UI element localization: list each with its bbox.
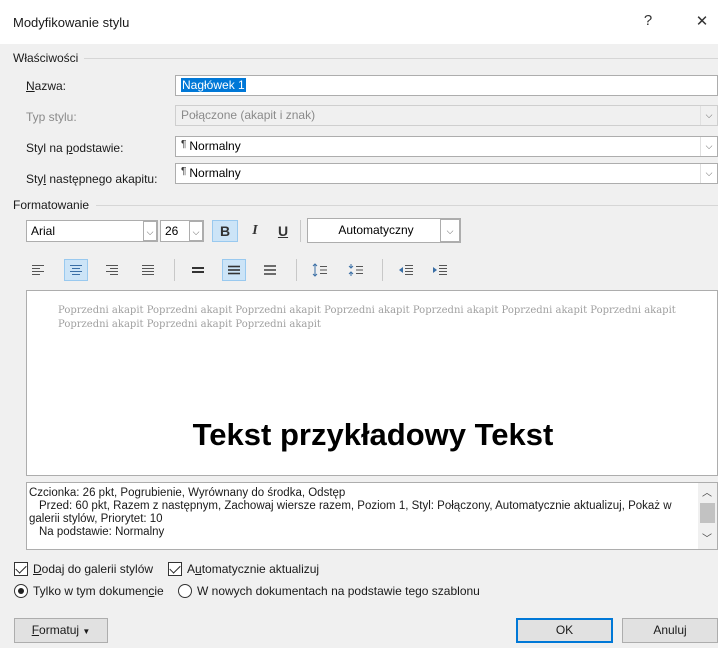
name-field[interactable]: Nagłówek 1	[175, 75, 718, 96]
description-line-2: Przed: 60 pkt, Razem z następnym, Zachow…	[29, 500, 672, 525]
auto-update-label: Automatycznie aktualizuj	[187, 562, 320, 576]
increase-spacing-icon[interactable]	[308, 259, 332, 281]
dialog-title: Modyfikowanie stylu	[13, 15, 130, 30]
paragraph-icon: ¶	[181, 139, 187, 150]
description-line-3: Na podstawie: Normalny	[39, 526, 165, 538]
chevron-down-icon[interactable]: ⌵	[700, 164, 717, 183]
sample-text: Tekst przykładowy Tekst	[192, 417, 554, 452]
formatting-group-label: Formatowanie	[13, 198, 90, 212]
radio-selected-icon[interactable]	[14, 584, 28, 598]
next-style-label: Styl następnego akapitu:	[26, 172, 158, 186]
align-left-icon[interactable]	[26, 259, 50, 281]
previous-paragraph-text: Poprzedni akapit Poprzedni akapit Poprze…	[58, 305, 676, 330]
only-this-document-label: Tylko w tym dokumencie	[33, 584, 164, 598]
decrease-indent-icon[interactable]	[394, 259, 418, 281]
align-center-icon[interactable]	[64, 259, 88, 281]
double-spacing-icon[interactable]	[258, 259, 282, 281]
cancel-button[interactable]: Anuluj	[622, 618, 718, 643]
underline-button[interactable]: U	[270, 220, 296, 242]
font-size-value: 26	[165, 224, 179, 238]
one-half-spacing-icon[interactable]	[222, 259, 246, 281]
properties-group-divider	[84, 58, 718, 59]
toolbar-separator	[296, 259, 297, 281]
font-value: Arial	[31, 224, 56, 238]
new-documents-label: W nowych dokumentach na podstawie tego s…	[197, 584, 480, 598]
toolbar-separator	[300, 220, 301, 242]
ok-button[interactable]: OK	[516, 618, 613, 643]
chevron-down-icon[interactable]: ⌵	[700, 137, 717, 156]
close-icon[interactable]: ✕	[690, 12, 714, 30]
next-style-select[interactable]: ¶ Normalny ⌵	[175, 163, 718, 184]
font-select[interactable]: Arial ⌵	[26, 220, 158, 242]
checkbox-checked-icon[interactable]	[14, 562, 28, 576]
paragraph-icon: ¶	[181, 166, 187, 177]
format-button[interactable]: Formatuj ▼	[14, 618, 108, 643]
chevron-down-icon[interactable]: ⌵	[440, 219, 460, 242]
only-this-document-radio[interactable]: Tylko w tym dokumencie	[14, 584, 164, 598]
based-on-select[interactable]: ¶ Normalny ⌵	[175, 136, 718, 157]
style-type-label: Typ stylu:	[26, 110, 77, 124]
chevron-down-icon[interactable]: ⌵	[189, 221, 203, 241]
font-color-select[interactable]: Automatyczny ⌵	[307, 218, 461, 243]
chevron-down-icon[interactable]: ⌵	[143, 221, 157, 241]
checkbox-checked-icon[interactable]	[168, 562, 182, 576]
bold-button[interactable]: B	[212, 220, 238, 242]
single-spacing-icon[interactable]	[186, 259, 210, 281]
auto-update-checkbox[interactable]: Automatycznie aktualizuj	[168, 562, 319, 576]
next-style-value: Normalny	[189, 166, 241, 180]
new-documents-radio[interactable]: W nowych dokumentach na podstawie tego s…	[178, 584, 480, 598]
add-to-gallery-label: Dodaj do galerii stylów	[33, 562, 154, 576]
based-on-label: Styl na podstawie:	[26, 141, 124, 155]
name-label: Nazwa:	[26, 79, 67, 93]
increase-indent-icon[interactable]	[428, 259, 452, 281]
scroll-down-icon[interactable]: ﹀	[702, 533, 712, 546]
formatting-group-divider	[96, 205, 718, 206]
help-button[interactable]: ?	[636, 12, 660, 29]
based-on-value: Normalny	[189, 139, 241, 153]
radio-unselected-icon[interactable]	[178, 584, 192, 598]
font-size-select[interactable]: 26 ⌵	[160, 220, 204, 242]
italic-button[interactable]: I	[242, 220, 268, 242]
style-description: Czcionka: 26 pkt, Pogrubienie, Wyrównany…	[26, 482, 718, 550]
scroll-up-icon[interactable]: ︿	[702, 487, 712, 500]
scrollbar-thumb[interactable]	[700, 503, 715, 523]
justify-icon[interactable]	[136, 259, 160, 281]
description-scrollbar[interactable]: ︿ ﹀	[698, 483, 717, 549]
decrease-spacing-icon[interactable]	[344, 259, 368, 281]
style-type-select: Połączone (akapit i znak) ⌵	[175, 105, 718, 126]
dropdown-arrow-icon: ▼	[82, 627, 91, 636]
chevron-down-icon: ⌵	[700, 106, 717, 125]
toolbar-separator	[382, 259, 383, 281]
style-type-value: Połączone (akapit i znak)	[181, 108, 316, 122]
description-line-1: Czcionka: 26 pkt, Pogrubienie, Wyrównany…	[29, 487, 346, 499]
toolbar-separator	[174, 259, 175, 281]
align-right-icon[interactable]	[100, 259, 124, 281]
add-to-gallery-checkbox[interactable]: Dodaj do galerii stylów	[14, 562, 153, 576]
font-color-value: Automatyczny	[338, 223, 414, 237]
name-value: Nagłówek 1	[181, 78, 246, 92]
style-preview: Poprzedni akapit Poprzedni akapit Poprze…	[26, 290, 718, 476]
properties-group-label: Właściwości	[13, 51, 79, 65]
